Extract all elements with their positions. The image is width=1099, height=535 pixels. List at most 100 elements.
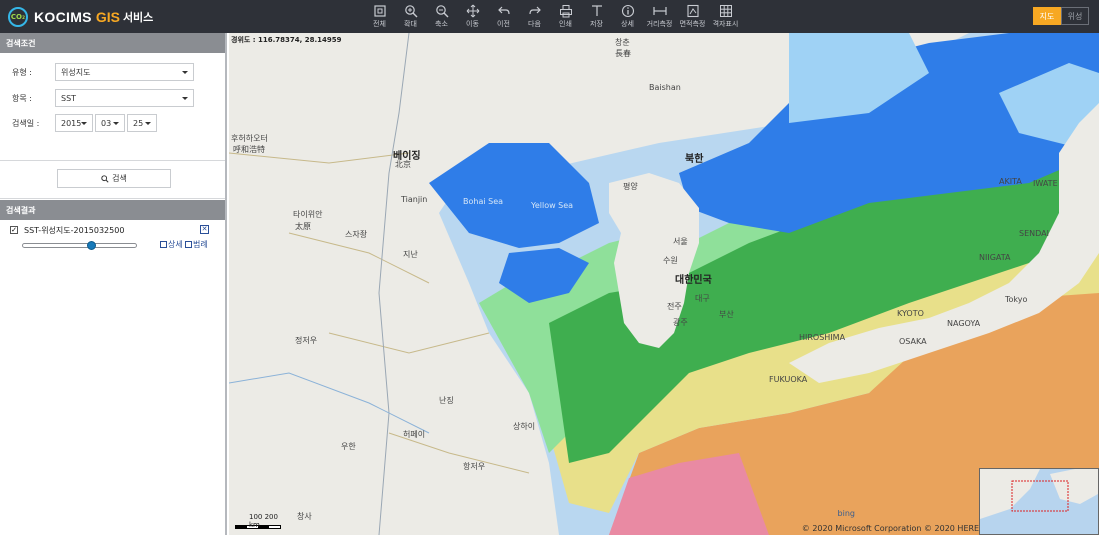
month-select[interactable]: 03: [95, 114, 125, 132]
map-label-nagoya: NAGOYA: [947, 319, 981, 328]
map-label-hohhot: 후허하오터: [231, 134, 268, 143]
map-label-suwon: 수원: [663, 256, 678, 265]
month-value: 03: [101, 118, 112, 128]
search-conditions-header: 검색조건: [0, 33, 225, 53]
overview-minimap[interactable]: [979, 468, 1099, 535]
tool-save[interactable]: 저장: [581, 4, 612, 30]
legend-icon: [185, 241, 192, 248]
top-bar: CO₂ KOCIMS GIS 서비스 전체 확대 축소 이동 이전 다음 인쇄 …: [0, 0, 1099, 33]
grid-icon: [719, 5, 732, 17]
map-label-tianjin: Tianjin: [401, 195, 428, 204]
pan-icon: [466, 4, 479, 18]
map-label-changchun-cn: 長春: [615, 49, 631, 58]
tool-print[interactable]: 인쇄: [550, 4, 581, 30]
map-label-shijiazhuang: 스자좡: [345, 230, 368, 239]
next-icon: [528, 6, 541, 15]
search-button[interactable]: 검색: [57, 169, 171, 188]
tool-zoom-out[interactable]: 축소: [426, 4, 457, 30]
tool-label: 확대: [404, 20, 417, 28]
map-base-layer: [229, 33, 1099, 535]
map-label-akita: AKITA: [999, 177, 1022, 186]
tool-label: 격자표시: [712, 20, 739, 28]
result-remove-close-icon[interactable]: ✕: [200, 225, 209, 234]
map-label-changsha: 창사: [297, 512, 312, 521]
result-visibility-checkbox[interactable]: ✓: [10, 226, 18, 234]
logo-service: 서비스: [122, 10, 154, 24]
area-icon: [686, 4, 699, 18]
chevron-down-icon: [145, 122, 151, 125]
map-label-tokyo: Tokyo: [1005, 295, 1028, 304]
map-toolbar: 전체 확대 축소 이동 이전 다음 인쇄 저장 상세 거리측정 면적측정 격자표…: [364, 4, 742, 30]
tool-zoom-in[interactable]: 확대: [395, 4, 426, 30]
print-icon: [559, 5, 572, 18]
search-button-area: 검색: [0, 161, 225, 199]
map-label-wuhan: 우한: [341, 442, 356, 451]
logo-mark-text: CO₂: [10, 12, 26, 21]
zoom-out-icon: [435, 5, 448, 18]
map-label-hohhot-cn: 呼和浩特: [233, 145, 265, 154]
map-label-kyoto: KYOTO: [897, 309, 924, 318]
map-label-hangzhou: 항저우: [463, 462, 486, 471]
date-label: 검색일 :: [12, 118, 40, 128]
map-type-satellite-button[interactable]: 위성: [1061, 7, 1089, 25]
map-label-seoul: 서울: [673, 237, 688, 246]
logo-name: KOCIMS: [34, 8, 92, 25]
map-type-map-button[interactable]: 지도: [1033, 7, 1061, 25]
year-select[interactable]: 2015: [55, 114, 93, 132]
map-label-sendai: SENDAI: [1019, 229, 1049, 238]
map-label-shanghai: 상하이: [513, 422, 536, 431]
tool-label: 이전: [497, 20, 510, 28]
map-label-baishan: Baishan: [649, 83, 681, 92]
full-extent-icon: [373, 5, 386, 17]
map-label-hefei: 허페이: [403, 430, 426, 439]
left-panel: 검색조건 유형 : 위성지도 항목 : SST 검색일 : 2015 03 25…: [0, 33, 227, 535]
result-detail-label: 상세: [168, 240, 183, 249]
chevron-down-icon: [113, 122, 119, 125]
tool-label: 다음: [528, 20, 541, 28]
map-label-fukuoka: FUKUOKA: [769, 375, 808, 384]
result-name: SST-위성지도-2015032500: [24, 226, 125, 235]
tool-area[interactable]: 면적측정: [676, 4, 709, 30]
tool-next[interactable]: 다음: [519, 4, 550, 30]
day-select[interactable]: 25: [127, 114, 157, 132]
tool-full-extent[interactable]: 전체: [364, 4, 395, 30]
map-label-north-korea: 북한: [685, 154, 704, 165]
tool-label: 면적측정: [679, 20, 706, 28]
map-label-yellow-sea: Yellow Sea: [531, 201, 574, 210]
tool-label: 상세: [621, 20, 634, 28]
logo-gis: GIS: [95, 8, 120, 25]
chevron-down-icon: [81, 122, 87, 125]
tool-distance[interactable]: 거리측정: [643, 4, 676, 30]
result-legend-label: 범례: [193, 240, 208, 249]
opacity-slider-thumb[interactable]: [87, 241, 97, 250]
map-view[interactable]: 경위도 : 116.78374, 28.14959 베이징 北京 Tianjin…: [229, 33, 1099, 535]
item-label: 항목 :: [12, 93, 32, 103]
previous-icon: [497, 6, 510, 15]
result-legend-link[interactable]: 범례: [185, 239, 208, 250]
item-select[interactable]: SST: [55, 89, 194, 107]
map-label-nanjing: 난징: [439, 396, 454, 405]
table-icon: [160, 241, 167, 248]
search-button-label: 검색: [112, 174, 127, 183]
type-select[interactable]: 위성지도: [55, 63, 194, 81]
scale-bar-label: 100 200 km: [249, 513, 278, 529]
app-logo[interactable]: CO₂ KOCIMS GIS 서비스: [8, 5, 153, 28]
item-row: 항목 : SST: [12, 89, 194, 107]
minimap-graphic: [980, 469, 1098, 519]
map-label-taiyuan-cn: 太原: [295, 222, 311, 231]
opacity-slider[interactable]: [22, 241, 137, 250]
zoom-in-icon: [404, 5, 417, 18]
tool-pan[interactable]: 이동: [457, 4, 488, 30]
tool-info[interactable]: 상세: [612, 4, 643, 30]
tool-label: 이동: [466, 20, 479, 28]
scale-bar: 100 200 km: [235, 513, 281, 529]
map-label-iwate: IWATE: [1033, 179, 1058, 188]
tool-label: 인쇄: [559, 20, 572, 28]
tool-previous[interactable]: 이전: [488, 4, 519, 30]
map-label-hiroshima: HIROSHIMA: [799, 333, 846, 342]
tool-grid[interactable]: 격자표시: [709, 4, 742, 30]
bing-logo: bing: [837, 509, 855, 518]
chevron-down-icon: [182, 71, 188, 74]
result-detail-link[interactable]: 상세: [160, 239, 183, 250]
app-window: CO₂ KOCIMS GIS 서비스 전체 확대 축소 이동 이전 다음 인쇄 …: [0, 0, 1099, 535]
